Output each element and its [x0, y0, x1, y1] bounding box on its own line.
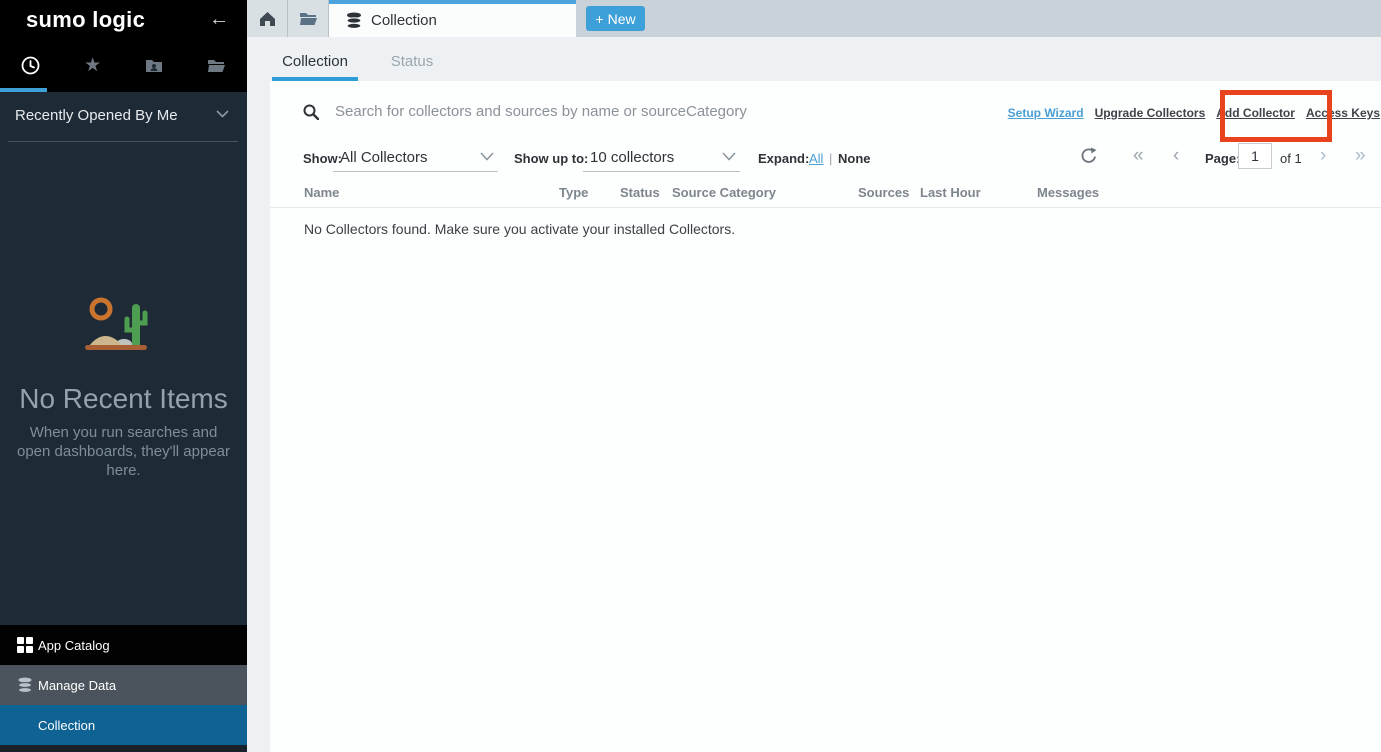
open-folder-icon [207, 58, 226, 73]
recents-tab[interactable] [0, 42, 62, 88]
show-up-to-dropdown[interactable]: 10 collectors [583, 143, 740, 172]
column-header-messages: Messages [1037, 185, 1099, 200]
table-header-row: Name Type Status Source Category Sources… [270, 185, 1381, 207]
sumo-logic-app: sumo logic ← ★ [0, 0, 1381, 752]
library-button[interactable] [288, 0, 329, 37]
new-button-label: New [608, 11, 636, 27]
column-header-source-category: Source Category [672, 185, 776, 200]
sumo-logic-logo: sumo logic [26, 7, 145, 33]
search-bar [303, 103, 895, 120]
expand-separator: | [829, 151, 832, 166]
manage-data-label: Manage Data [38, 678, 116, 693]
chevron-down-icon [216, 110, 229, 118]
expand-all-link[interactable]: All [809, 151, 823, 166]
collection-label: Collection [38, 718, 95, 733]
expand-label: Expand: [758, 151, 809, 166]
sidebar-item-manage-data[interactable]: Manage Data [0, 665, 247, 705]
folder-person-icon [145, 58, 163, 73]
filter-row: Show: All Collectors Show up to: 10 coll… [270, 143, 1381, 173]
app-catalog-label: App Catalog [38, 638, 110, 653]
new-button[interactable]: + New [586, 6, 645, 31]
page-number-input[interactable] [1238, 143, 1272, 169]
toolbar-links: Setup Wizard Upgrade Collectors Add Coll… [1008, 106, 1380, 120]
database-icon [17, 677, 37, 693]
upgrade-collectors-link[interactable]: Upgrade Collectors [1095, 106, 1206, 120]
show-dropdown[interactable]: All Collectors [333, 143, 498, 172]
collection-panel: Setup Wizard Upgrade Collectors Add Coll… [270, 81, 1381, 752]
plus-icon: + [595, 11, 603, 27]
collapse-sidebar-icon[interactable]: ← [209, 8, 229, 31]
previous-page-icon[interactable]: ‹ [1173, 145, 1179, 167]
column-header-sources: Sources [858, 185, 909, 200]
database-icon [346, 12, 362, 29]
column-header-name: Name [304, 185, 339, 200]
main-area: Collection + New Collection Status Setup… [247, 0, 1381, 752]
recently-opened-label: Recently Opened By Me [15, 107, 178, 124]
top-tab-strip: Collection + New [247, 0, 1381, 37]
sidebar-bottom-strip [0, 745, 247, 752]
home-icon [259, 11, 276, 27]
clock-icon [21, 56, 40, 75]
favorites-tab[interactable]: ★ [62, 42, 124, 88]
sidebar: sumo logic ← ★ [0, 0, 247, 752]
no-recent-items-description: When you run searches and open dashboard… [14, 423, 233, 480]
page-label: Page: [1205, 151, 1240, 166]
desert-illustration [73, 292, 173, 364]
folder-icon [299, 11, 318, 26]
subtab-status[interactable]: Status [388, 37, 436, 81]
subtab-collection[interactable]: Collection [272, 37, 358, 81]
add-collector-link[interactable]: Add Collector [1216, 106, 1295, 120]
access-keys-link[interactable]: Access Keys [1306, 106, 1380, 120]
page-of-label: of 1 [1280, 151, 1302, 166]
home-button[interactable] [247, 0, 288, 37]
star-icon: ★ [84, 54, 101, 77]
next-page-icon[interactable]: › [1320, 145, 1326, 167]
refresh-icon[interactable] [1080, 147, 1097, 165]
sidebar-item-collection[interactable]: Collection [0, 705, 247, 745]
search-input[interactable] [335, 103, 895, 120]
section-divider [8, 141, 238, 142]
chevron-down-icon [722, 152, 736, 161]
first-page-icon[interactable]: « [1133, 145, 1144, 167]
show-up-to-label: Show up to: [514, 151, 588, 166]
empty-collectors-message: No Collectors found. Make sure you activ… [304, 221, 735, 237]
tab-collection-label: Collection [371, 12, 437, 29]
column-header-status: Status [620, 185, 660, 200]
sidebar-nav-icons: ★ [0, 42, 247, 88]
no-recent-items-title: No Recent Items [0, 383, 247, 415]
shared-content-tab[interactable] [124, 42, 186, 88]
tab-collection[interactable]: Collection [329, 0, 576, 37]
setup-wizard-link[interactable]: Setup Wizard [1008, 106, 1084, 120]
show-up-to-dropdown-value: 10 collectors [590, 149, 674, 166]
sidebar-header: sumo logic ← ★ [0, 0, 247, 92]
column-header-last-hour: Last Hour [920, 185, 981, 200]
sidebar-bottom-menu: App Catalog Manage Data Collection [0, 625, 247, 752]
last-page-icon[interactable]: » [1355, 145, 1366, 167]
sub-tabs: Collection Status [247, 37, 1381, 81]
recently-opened-section[interactable]: Recently Opened By Me [0, 92, 247, 142]
table-header-divider [270, 207, 1381, 208]
sidebar-item-app-catalog[interactable]: App Catalog [0, 625, 247, 665]
column-header-type: Type [559, 185, 588, 200]
app-grid-icon [17, 637, 37, 653]
search-icon [303, 104, 319, 120]
expand-none-link[interactable]: None [838, 151, 871, 166]
show-dropdown-value: All Collectors [340, 149, 428, 166]
chevron-down-icon [480, 152, 494, 161]
library-tab[interactable] [185, 42, 247, 88]
